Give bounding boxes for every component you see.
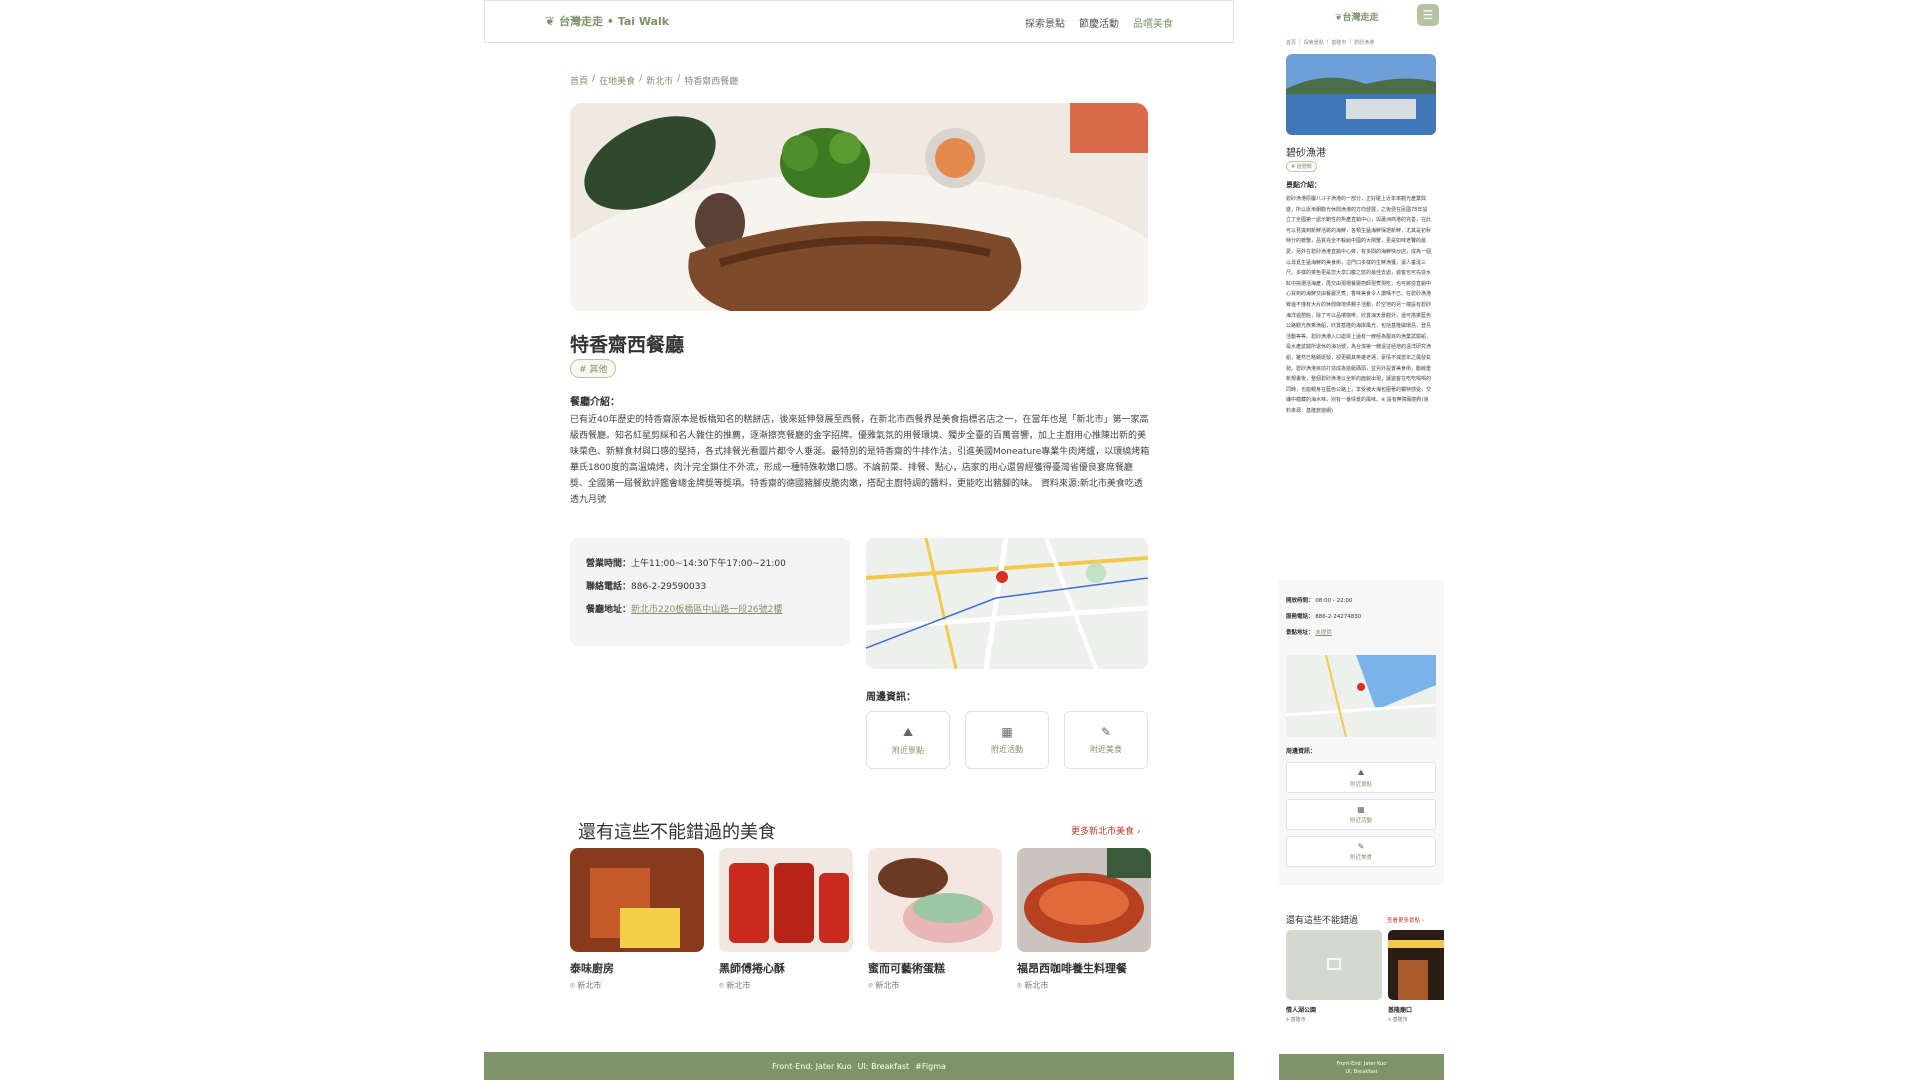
address-link[interactable]: 新北市220板橋區中山路一段26號2樓 [631,605,782,615]
nav-events[interactable]: 節慶活動 [1079,15,1119,30]
breadcrumb-food[interactable]: 在地美食 [599,74,635,87]
nav-food[interactable]: 品嚐美食 [1133,15,1173,30]
card-image-placeholder [1286,930,1382,1000]
location-row: ⌾ 新北市 [868,981,900,990]
location-row: ⌾ 新北市 [1017,981,1049,990]
nearby-events-button[interactable]: ▦ 附近活動 [1286,799,1436,830]
main-nav: 探索景點 節慶活動 品嚐美食 [1025,15,1173,30]
logo[interactable]: ❦ 台灣走走 • Tai Walk [545,13,669,29]
food-card[interactable]: 蜜而可藝術蛋糕 ⌾ 新北市 [868,848,1002,991]
mobile-title: 碧砂漁港 [1286,148,1326,159]
leaf-icon: ❦ [545,14,556,28]
card-image [719,848,853,952]
mobile-card[interactable]: 情人湖公園 ⌾ 基隆市 [1286,930,1382,1023]
food-card[interactable]: 福昂西咖啡養生料理餐 ⌾ 新北市 [1017,848,1151,991]
breadcrumb-city[interactable]: 新北市 [646,74,673,87]
nearby-attractions-button[interactable]: ⛰ 附近景點 [866,711,950,769]
address-row: 餐廳地址：新北市220板橋區中山路一段26號2樓 [586,605,783,615]
card-image [570,848,704,952]
phone-row: 服務電話： 886-2-24274830 [1286,614,1362,620]
mobile-nearby-heading: 周邊資訊： [1286,748,1317,755]
location-pin-icon: ⌾ [719,981,724,990]
hours-value: 上午11:00~14:30下午17:00~21:00 [631,559,786,569]
mountain-icon: ⛰ [1357,767,1365,777]
location-pin-icon: ⌾ [868,981,873,990]
hours-row: 營業時間：上午11:00~14:30下午17:00~21:00 [586,559,786,569]
nearby-events-button[interactable]: ▦ 附近活動 [965,711,1049,769]
intro-text: 已有近40年歷史的特香齋原本是板橋知名的糕餅店，後來延伸發展至西餐，在新北市西餐… [570,415,1150,505]
breadcrumb-current: 碧砂漁港 [1354,40,1375,46]
card-image [1017,848,1151,952]
hero-image [570,103,1148,311]
intro-heading: 餐廳介紹： [570,397,620,408]
mobile-footer: Front-End: Jater Kuo UI: Breakfast [1279,1054,1444,1080]
mobile-card[interactable]: 基隆廟口 ⌾ 基隆市 [1388,930,1444,1023]
calendar-icon: ▦ [1001,725,1013,739]
nearby-heading: 周邊資訊： [866,692,916,703]
header: ❦ 台灣走走 • Tai Walk 探索景點 節慶活動 品嚐美食 [484,0,1234,43]
hours-row: 開放時間： 08:00 - 22:00 [1286,598,1353,604]
breadcrumb-home[interactable]: 首頁 [1286,39,1296,46]
breadcrumb-home[interactable]: 首頁 [570,74,588,87]
location-row: ⌾ 新北市 [719,981,751,990]
mountain-icon: ⛰ [902,724,914,739]
logo-text: 台灣走走 • Tai Walk [559,15,670,28]
phone-value: 886-2-29590033 [631,582,707,592]
breadcrumb-current: 特香齋西餐廳 [684,77,739,87]
food-card[interactable]: 黑師傅捲心酥 ⌾ 新北市 [719,848,853,991]
food-card[interactable]: 泰味廚房 ⌾ 新北市 [570,848,704,991]
calendar-icon: ▦ [1357,805,1365,814]
mobile-intro-heading: 景點介紹： [1286,181,1321,189]
mobile-map[interactable] [1286,655,1436,737]
nearby-food-button[interactable]: ✎ 附近美食 [1286,836,1436,867]
mobile-intro-text: 碧砂漁港原屬八斗子漁港的一部分，正好碰上近年來觀光產業興盛，所以逐漸朝觀光休閒漁… [1286,196,1432,414]
nearby-attractions-button[interactable]: ⛰ 附近景點 [1286,762,1436,793]
address-row: 景點地址： 未提供 [1286,630,1332,636]
mobile-header: ❦台灣走走 ☰ [1279,0,1444,30]
mobile-more-link[interactable]: 查看更多景點 › [1387,916,1424,924]
mobile-info: 開放時間： 08:00 - 22:00 服務電話： 886-2-24274830… [1286,596,1361,644]
mobile-breadcrumb: 首頁 / 探索景點 / 基隆市 / 碧砂漁港 [1286,39,1375,46]
info-card: 營業時間：上午11:00~14:30下午17:00~21:00 聯絡電話：886… [570,538,850,646]
desktop-page: ❦ 台灣走走 • Tai Walk 探索景點 節慶活動 品嚐美食 首頁 / 在地美… [484,0,1234,1080]
phone-row: 聯絡電話：886-2-29590033 [586,582,707,592]
mobile-hero-image [1286,54,1436,135]
category-tag[interactable]: # 其他 [570,359,617,378]
page-title: 特香齋西餐廳 [570,334,685,356]
mobile-logo[interactable]: ❦台灣走走 [1335,10,1379,23]
card-image [1388,930,1444,1000]
more-heading: 還有這些不能錯過的美食 [578,822,776,843]
location-pin-icon: ⌾ [1388,1017,1392,1023]
map[interactable] [866,538,1148,669]
mobile-more-heading: 還有這些不能錯過 [1286,916,1359,926]
location-pin-icon: ⌾ [1286,1017,1290,1023]
card-image [868,848,1002,952]
more-food-link[interactable]: 更多新北市美食 › [1071,824,1140,837]
mobile-category-tag[interactable]: # 遊憩類 [1286,161,1317,172]
food-icon: ✎ [1100,725,1112,739]
food-icon: ✎ [1357,842,1365,851]
location-row: ⌾ 新北市 [570,981,602,990]
nav-explore[interactable]: 探索景點 [1025,15,1065,30]
breadcrumb: 首頁 / 在地美食 / 新北市 / 特香齋西餐廳 [570,74,739,87]
mobile-page: ❦台灣走走 ☰ 首頁 / 探索景點 / 基隆市 / 碧砂漁港 碧砂漁港 # 遊憩類 景… [1279,0,1444,1080]
food-cards: 泰味廚房 ⌾ 新北市 黑師傅捲心酥 ⌾ 新北市 蜜而可藝術蛋糕 ⌾ 新北市 福昂… [570,848,1151,991]
footer: Front-End: Jater Kuo UI: Breakfast #Figm… [484,1052,1234,1080]
nearby-buttons: ⛰ 附近景點 ▦ 附近活動 ✎ 附近美食 [866,711,1148,769]
location-pin-icon: ⌾ [570,981,575,990]
breadcrumb-explore[interactable]: 探索景點 [1304,39,1324,46]
breadcrumb-city[interactable]: 基隆市 [1331,39,1346,46]
nearby-food-button[interactable]: ✎ 附近美食 [1064,711,1148,769]
leaf-icon: ❦ [1335,13,1343,23]
location-pin-icon: ⌾ [1017,981,1022,990]
hamburger-menu-icon[interactable]: ☰ [1417,4,1439,26]
